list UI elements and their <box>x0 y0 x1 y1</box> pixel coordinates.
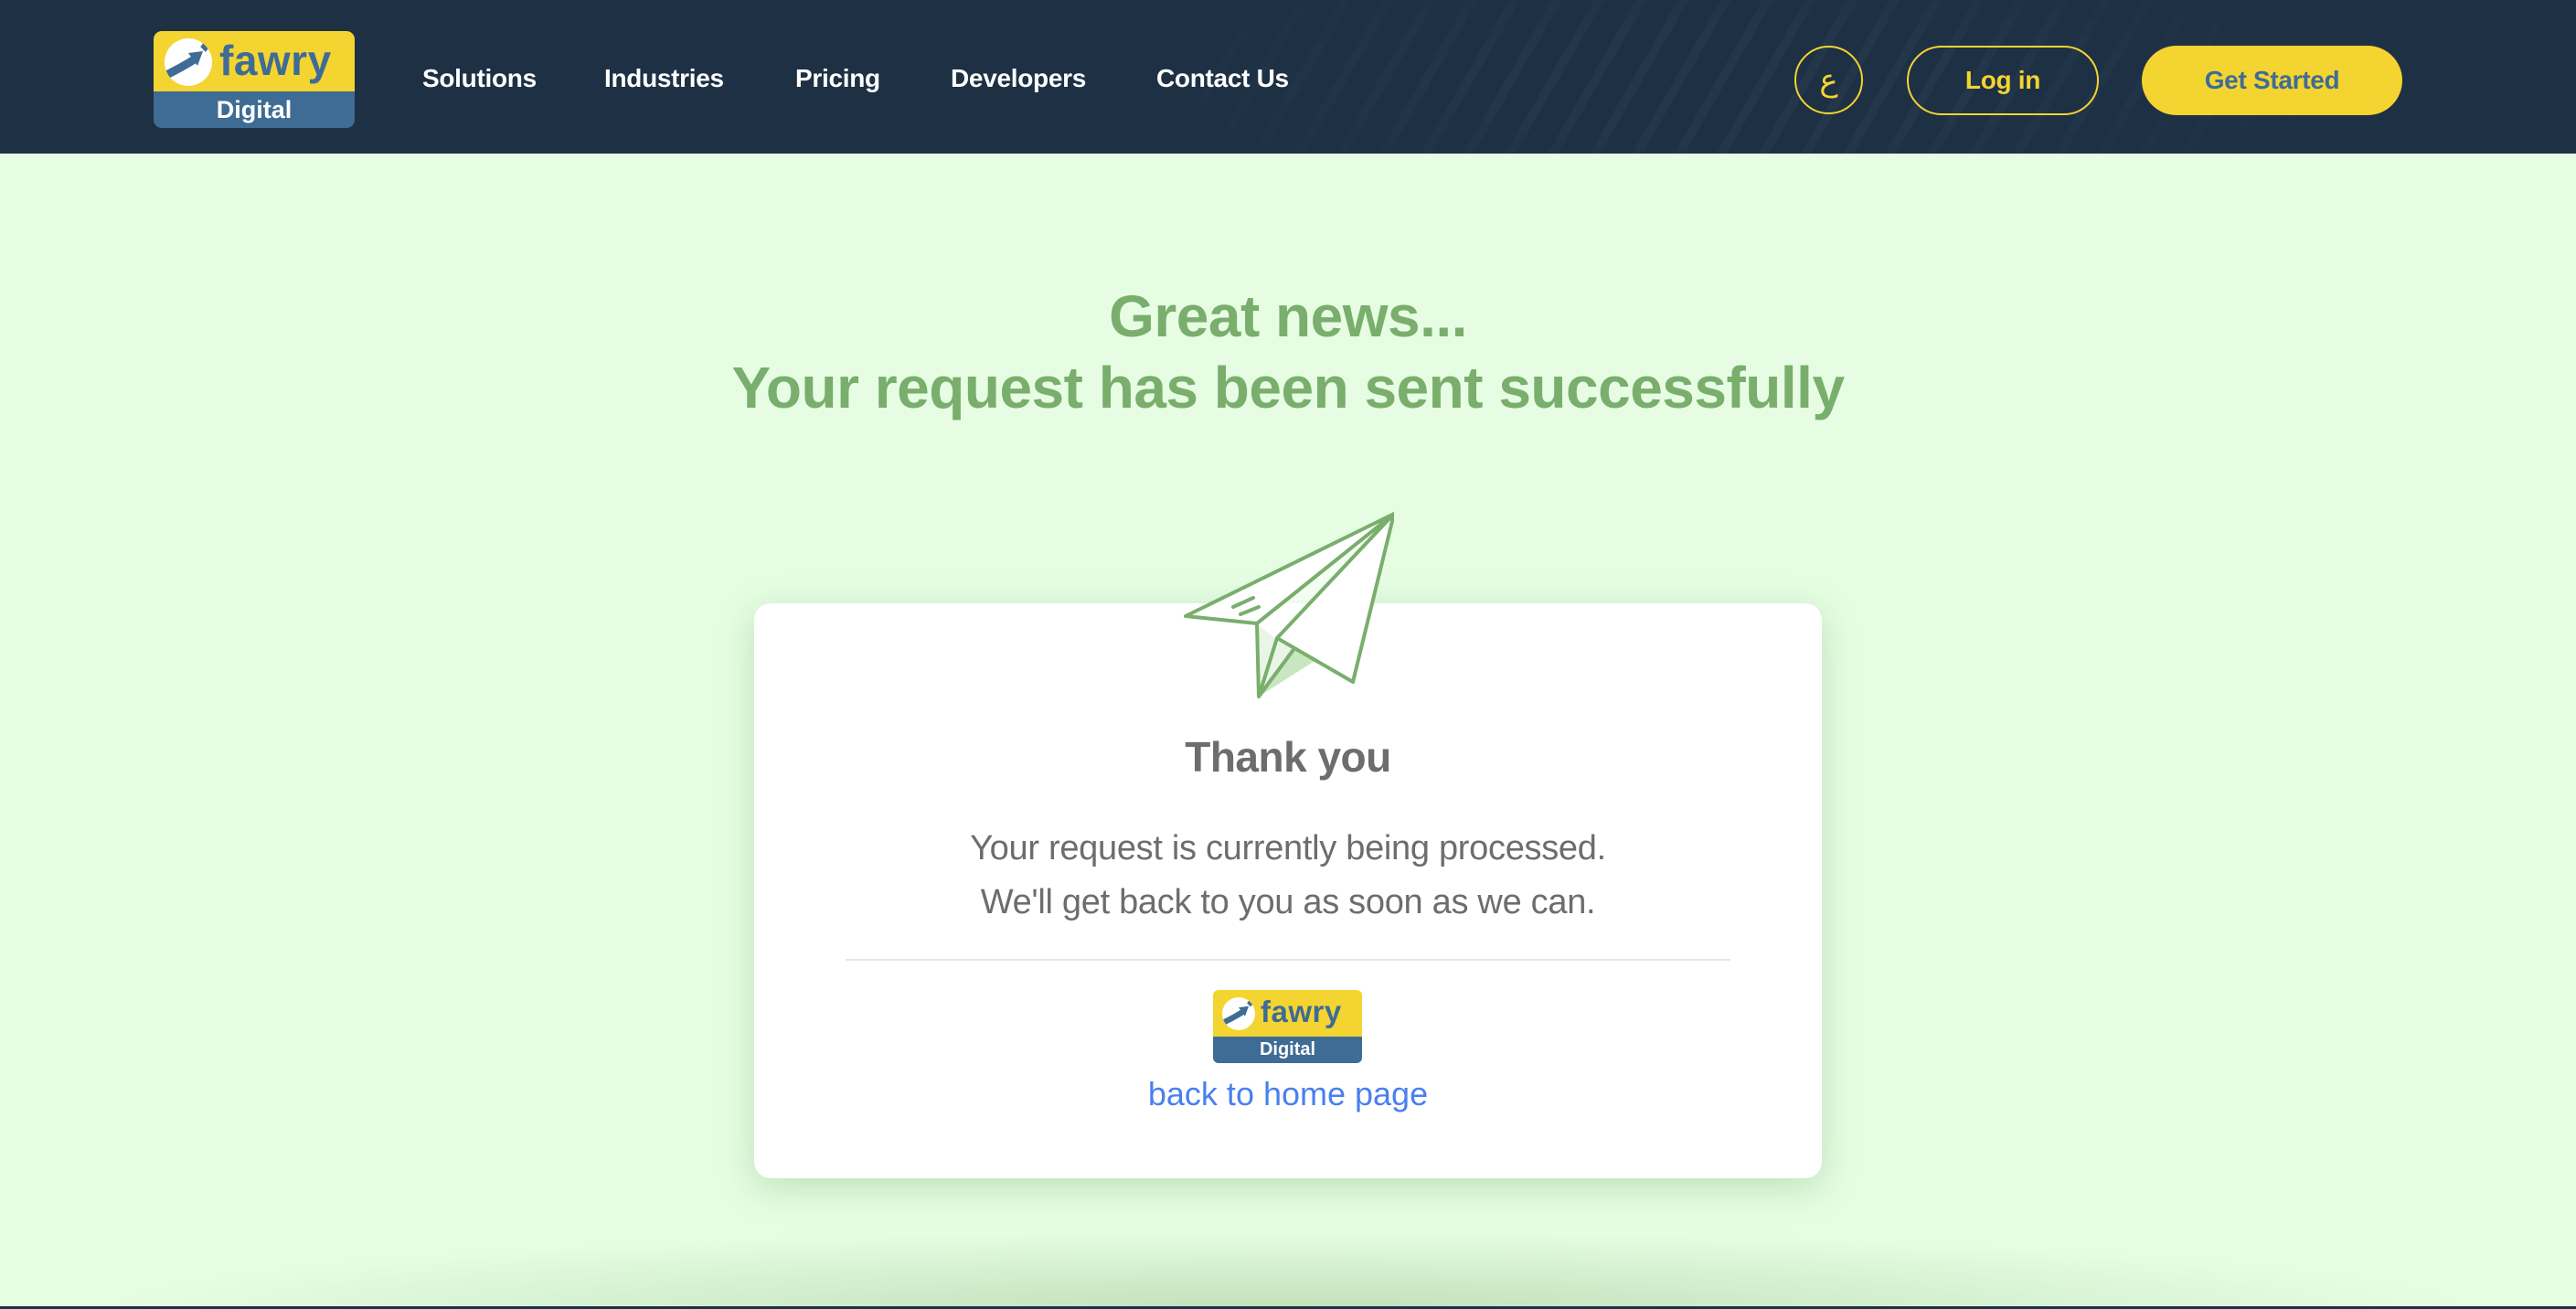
nav-pricing[interactable]: Pricing <box>795 60 880 97</box>
login-button[interactable]: Log in <box>1907 46 2099 115</box>
card-logo-wordmark: fawry <box>1261 995 1342 1028</box>
footer-shadow <box>0 1207 2576 1307</box>
card-message-line-1: Your request is currently being processe… <box>970 829 1606 867</box>
card-divider <box>846 959 1730 961</box>
card-fawry-digital-logo[interactable]: fawry Digital <box>1213 990 1362 1063</box>
card-logo-top: fawry <box>1213 990 1362 1037</box>
card-logo-subtitle: Digital <box>1213 1037 1362 1063</box>
card-message-line-2: We'll get back to you as soon as we can. <box>980 883 1596 921</box>
back-to-home-link[interactable]: back to home page <box>754 1071 1822 1117</box>
top-navbar: fawry Digital Solutions Industries Prici… <box>0 0 2576 154</box>
card-title: Thank you <box>1185 733 1391 781</box>
nav-contact-us[interactable]: Contact Us <box>1156 60 1289 97</box>
get-started-button[interactable]: Get Started <box>2142 46 2402 115</box>
headline-success: Your request has been sent successfully <box>731 355 1845 420</box>
paper-plane-icon <box>1184 512 1394 698</box>
headline-great-news: Great news... <box>1109 283 1467 349</box>
logo-wordmark: fawry <box>219 37 332 84</box>
fawry-digital-logo[interactable]: fawry Digital <box>154 31 355 128</box>
nav-industries[interactable]: Industries <box>604 60 724 97</box>
fawry-arrow-logo-icon <box>165 38 212 86</box>
logo-top: fawry <box>154 31 355 91</box>
nav-solutions[interactable]: Solutions <box>422 60 537 97</box>
language-toggle-button[interactable]: ع <box>1794 46 1863 114</box>
page: fawry Digital Solutions Industries Prici… <box>0 0 2576 1309</box>
fawry-arrow-logo-icon <box>1222 997 1255 1030</box>
logo-subtitle: Digital <box>154 91 355 128</box>
nav-developers[interactable]: Developers <box>951 60 1086 97</box>
